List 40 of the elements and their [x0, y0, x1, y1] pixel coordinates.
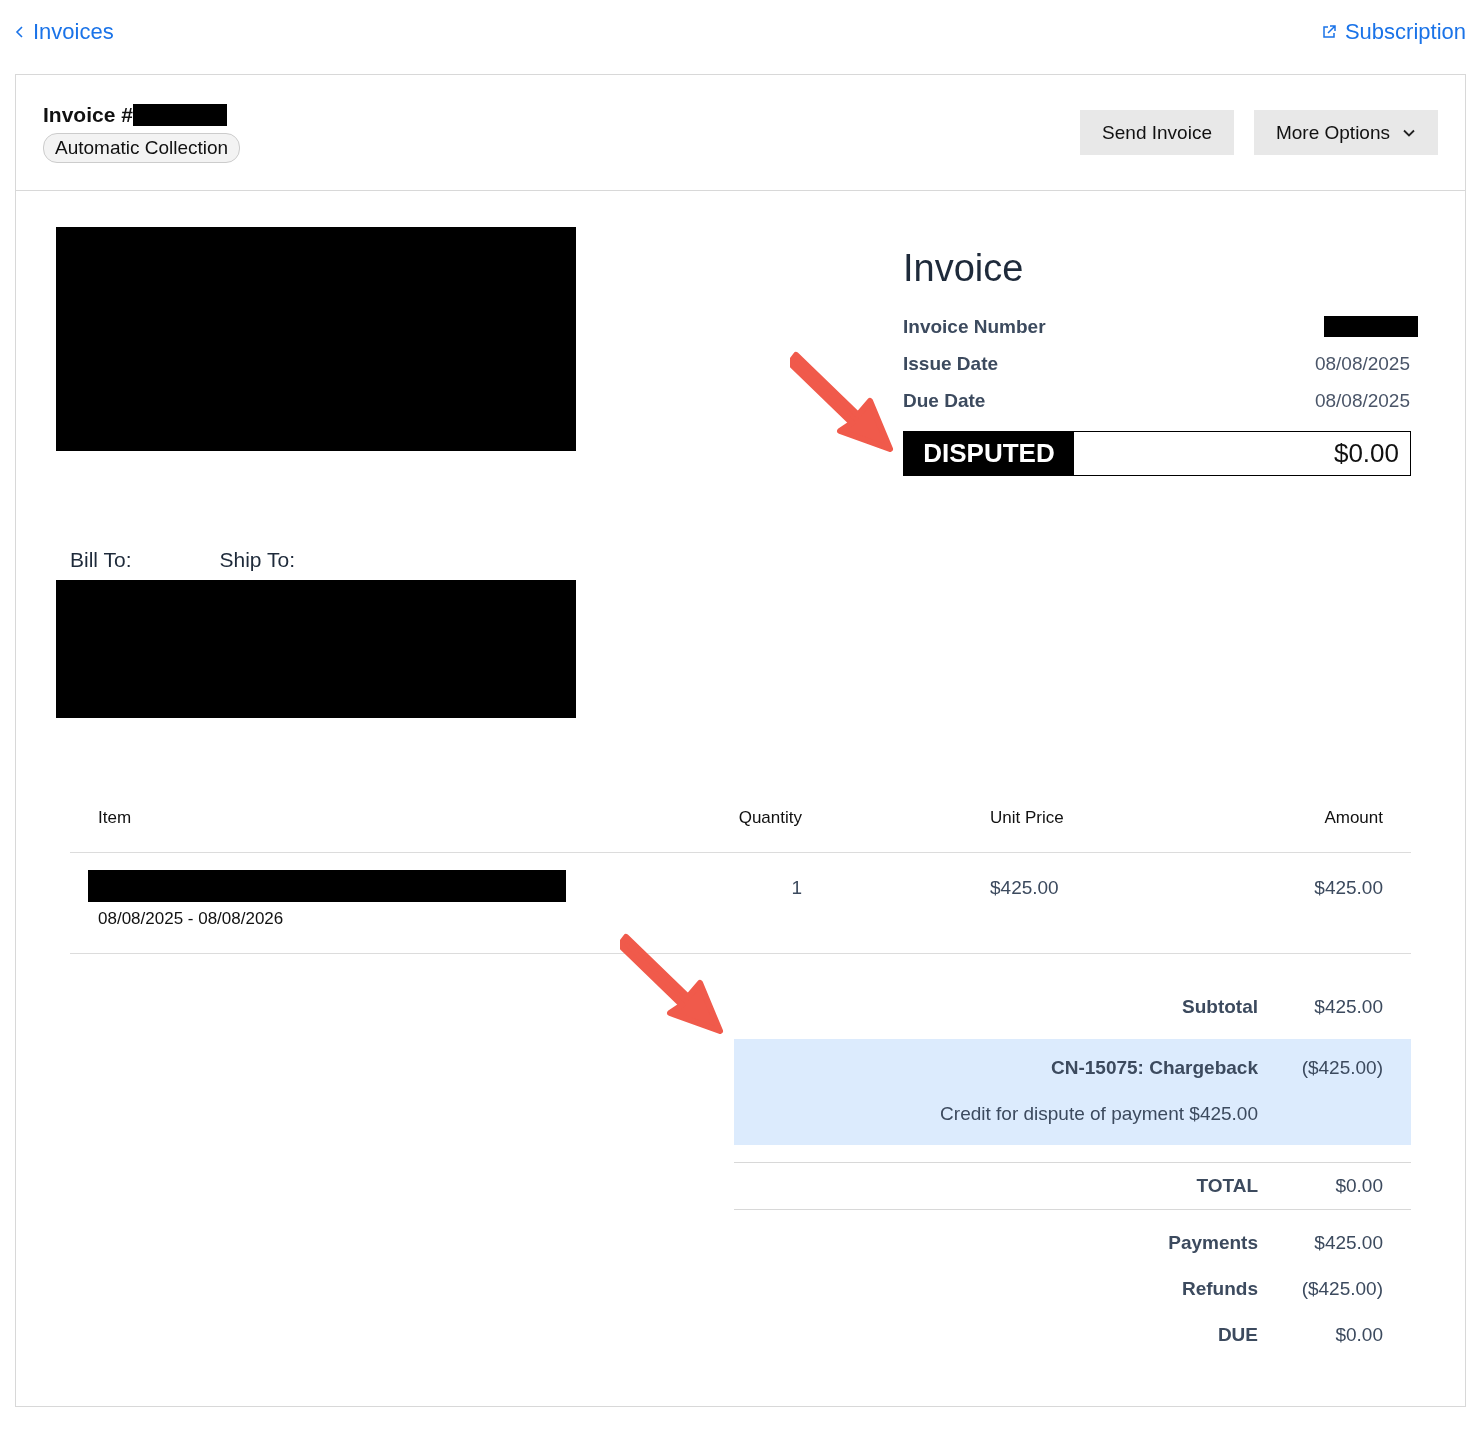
- column-header: Amount: [1323, 808, 1384, 828]
- send-button[interactable]: Send Invoice: [1080, 110, 1234, 155]
- credit-note: Credit for dispute of payment $425.00: [939, 1103, 1258, 1125]
- total-label: Subtotal: [1181, 996, 1258, 1018]
- column-header: Unit Price: [989, 808, 1065, 828]
- ship-to-label: Ship To:: [219, 548, 295, 572]
- total-label: Payments: [1167, 1232, 1258, 1254]
- column-header: Quantity: [737, 808, 803, 828]
- total-value: $0.00: [1334, 1324, 1384, 1346]
- total-value: ($425.00): [1300, 1278, 1384, 1300]
- total-label: DUE: [1216, 1324, 1258, 1346]
- back-link[interactable]: Invoices: [15, 19, 114, 45]
- bill-to-label: Bill To:: [70, 548, 132, 572]
- external-link-icon: [1320, 24, 1337, 40]
- total-label: Refunds: [1181, 1278, 1258, 1300]
- field-label: Invoice Number: [903, 315, 1046, 338]
- field-label: Issue Date: [903, 352, 999, 375]
- table-cell-text: 1: [790, 876, 803, 900]
- column-header: Item: [97, 808, 133, 828]
- table-cell-text: $425.00: [989, 876, 1060, 900]
- total-value: ($425.00): [1300, 1057, 1384, 1079]
- subscription-link[interactable]: Subscription: [1320, 19, 1466, 45]
- chevron-left-icon: [15, 25, 25, 39]
- total-label: TOTAL: [1195, 1175, 1258, 1197]
- field-value: 08/08/2025: [1314, 352, 1411, 375]
- service-period: 08/08/2025 - 08/08/2026: [97, 909, 285, 929]
- chevron-down-icon: [1402, 127, 1416, 138]
- total-value: $425.00: [1313, 996, 1384, 1018]
- invoice-title: Invoice #: [43, 102, 133, 127]
- table-cell-text: $425.00: [1313, 876, 1384, 900]
- field-value: 08/08/2025: [1314, 389, 1411, 412]
- total-value: $0.00: [1334, 1175, 1384, 1197]
- document-title: Invoice: [903, 247, 1025, 290]
- amount-due: $0.00: [1332, 437, 1400, 470]
- total-label: CN-15075: Chargeback: [1050, 1057, 1258, 1079]
- field-label: Due Date: [903, 389, 986, 412]
- status-label: DISPUTED: [904, 432, 1074, 475]
- collection-tag: Automatic Collection: [43, 132, 241, 163]
- dropdown-button[interactable]: More Options: [1253, 110, 1438, 155]
- total-value: $425.00: [1313, 1232, 1384, 1254]
